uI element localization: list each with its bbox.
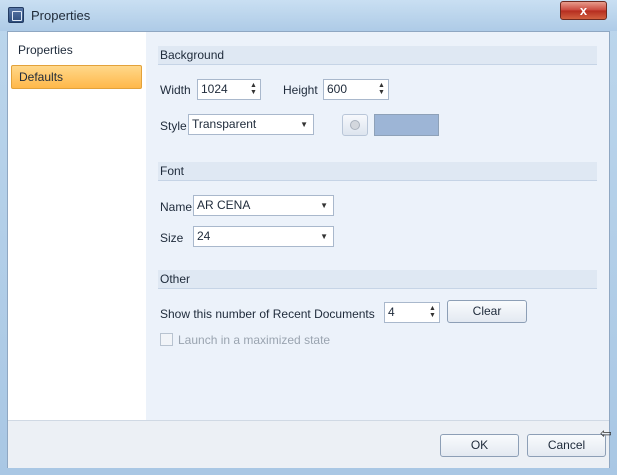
width-value: 1024 — [201, 82, 228, 96]
height-value: 600 — [327, 82, 348, 96]
font-name-value: AR CENA — [197, 198, 251, 212]
cancel-button[interactable]: Cancel — [527, 434, 606, 457]
width-label: Width — [160, 83, 191, 97]
chevron-down-icon: ▼ — [320, 201, 328, 210]
recent-documents-value: 4 — [388, 305, 395, 319]
style-dropdown[interactable]: Transparent ▼ — [188, 114, 314, 135]
maximized-checkbox[interactable] — [160, 333, 173, 346]
font-size-dropdown[interactable]: 24 ▼ — [193, 226, 334, 247]
width-spinner[interactable]: 1024 ▲ ▼ — [197, 79, 261, 100]
chevron-down-icon: ▼ — [320, 232, 328, 241]
section-background: Background — [158, 46, 597, 65]
dialog-client: Properties Defaults Background Width 102… — [7, 31, 610, 468]
font-size-value: 24 — [197, 229, 211, 243]
spin-arrows-icon[interactable]: ▲ ▼ — [249, 82, 258, 97]
nav-item-properties[interactable]: Properties — [11, 38, 142, 62]
close-button[interactable]: x — [560, 1, 607, 20]
section-font: Font — [158, 162, 597, 181]
style-label: Style — [160, 119, 187, 133]
dialog-footer: OK Cancel — [8, 420, 609, 468]
recent-documents-spinner[interactable]: 4 ▲ ▼ — [384, 302, 440, 323]
nav-item-defaults[interactable]: Defaults — [11, 65, 142, 89]
palette-icon — [350, 120, 360, 130]
section-other: Other — [158, 270, 597, 289]
properties-window: Properties x Properties Defaults Backgro… — [0, 0, 617, 475]
settings-panel: Background Width 1024 ▲ ▼ Height 600 ▲ ▼ S… — [146, 32, 609, 420]
category-nav: Properties Defaults — [8, 32, 146, 420]
font-name-label: Name — [160, 200, 193, 214]
style-value: Transparent — [192, 117, 257, 131]
color-picker-button[interactable] — [342, 114, 368, 136]
clear-button[interactable]: Clear — [447, 300, 527, 323]
resize-cursor-icon: ⇦ — [600, 425, 612, 441]
font-name-dropdown[interactable]: AR CENA ▼ — [193, 195, 334, 216]
chevron-down-icon: ▼ — [300, 120, 308, 129]
spin-arrows-icon[interactable]: ▲ ▼ — [428, 305, 437, 320]
maximized-label: Launch in a maximized state — [178, 333, 331, 347]
ok-button[interactable]: OK — [440, 434, 519, 457]
window-title: Properties — [31, 8, 91, 23]
height-spinner[interactable]: 600 ▲ ▼ — [323, 79, 389, 100]
app-icon — [8, 7, 24, 23]
height-label: Height — [283, 83, 318, 97]
title-bar[interactable]: Properties x — [0, 0, 617, 31]
background-color-swatch[interactable] — [374, 114, 439, 136]
spin-arrows-icon[interactable]: ▲ ▼ — [377, 82, 386, 97]
recent-documents-label: Show this number of Recent Documents — [160, 307, 375, 321]
font-size-label: Size — [160, 231, 184, 245]
